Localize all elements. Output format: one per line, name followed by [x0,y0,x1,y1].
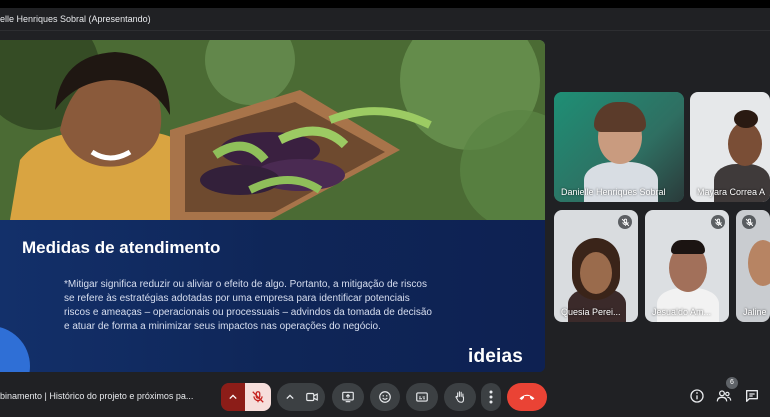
participant-tile-mayara[interactable]: Mayara Correa A [690,92,770,202]
mic-options-button[interactable] [221,383,245,411]
participant-name: Jaline [743,307,767,317]
captions-button[interactable] [406,383,438,411]
people-button[interactable] [716,388,732,404]
participant-tile-jaline[interactable]: Jaline [736,210,770,322]
presenter-label: elle Henriques Sobral (Apresentando) [0,14,151,24]
present-screen-button[interactable] [332,383,364,411]
chat-icon [746,390,758,402]
participant-count-badge: 6 [726,377,738,389]
participant-name: Quesia Perei... [561,307,621,317]
mic-off-icon [745,218,753,226]
participant-hair [671,240,705,254]
participant-face [748,240,770,286]
end-call-button[interactable] [507,383,547,411]
participant-hair [734,110,758,128]
chat-button[interactable] [744,388,760,404]
emoji-icon [379,391,391,403]
chevron-up-icon [286,394,294,400]
video-camera-icon [306,392,318,402]
slide-photo-illustration [0,40,545,220]
mic-off-icon [714,218,722,226]
camera-toggle-button[interactable] [301,390,323,404]
more-options-button[interactable] [481,383,501,411]
chevron-up-icon [229,394,237,400]
more-vertical-icon [489,390,493,404]
meeting-title: binamento | Histórico do projeto e próxi… [0,391,194,401]
info-icon [690,389,704,403]
participant-name: Jesualdo Am... [652,307,712,317]
mic-off-icon [621,218,629,226]
participant-tile-quesia[interactable]: Quesia Perei... [554,210,638,322]
end-call-icon [519,394,535,400]
muted-indicator [618,215,632,229]
mic-off-icon [252,391,264,403]
mic-control-group [221,383,271,411]
slide-body-text: *Mitigar significa reduzir ou aliviar o … [64,279,432,332]
participant-name: Danielle Henriques Sobral [561,187,666,197]
participant-tile-jesualdo[interactable]: Jesualdo Am... [645,210,729,322]
presentation-slide: Medidas de atendimento *Mitigar signific… [0,40,545,372]
present-screen-icon [342,391,354,403]
reactions-button[interactable] [370,383,400,411]
raise-hand-icon [455,391,465,403]
participant-name: Mayara Correa A [697,187,766,197]
participant-face [728,122,762,166]
ideias-logo: ideias [468,346,524,367]
muted-indicator [742,215,756,229]
muted-indicator [711,215,725,229]
header-divider [0,30,770,31]
slide-photo [0,40,545,220]
slide-title: Medidas de atendimento [22,238,221,257]
captions-icon [416,392,428,402]
camera-control-group [277,383,325,411]
people-icon [716,390,732,402]
participant-tile-danielle[interactable]: Danielle Henriques Sobral [554,92,684,202]
camera-options-button[interactable] [279,393,301,401]
mic-toggle-button[interactable] [245,383,271,411]
top-strip [0,0,770,8]
meeting-info-button[interactable] [689,388,705,404]
participant-face-front [580,252,612,294]
raise-hand-button[interactable] [444,383,476,411]
